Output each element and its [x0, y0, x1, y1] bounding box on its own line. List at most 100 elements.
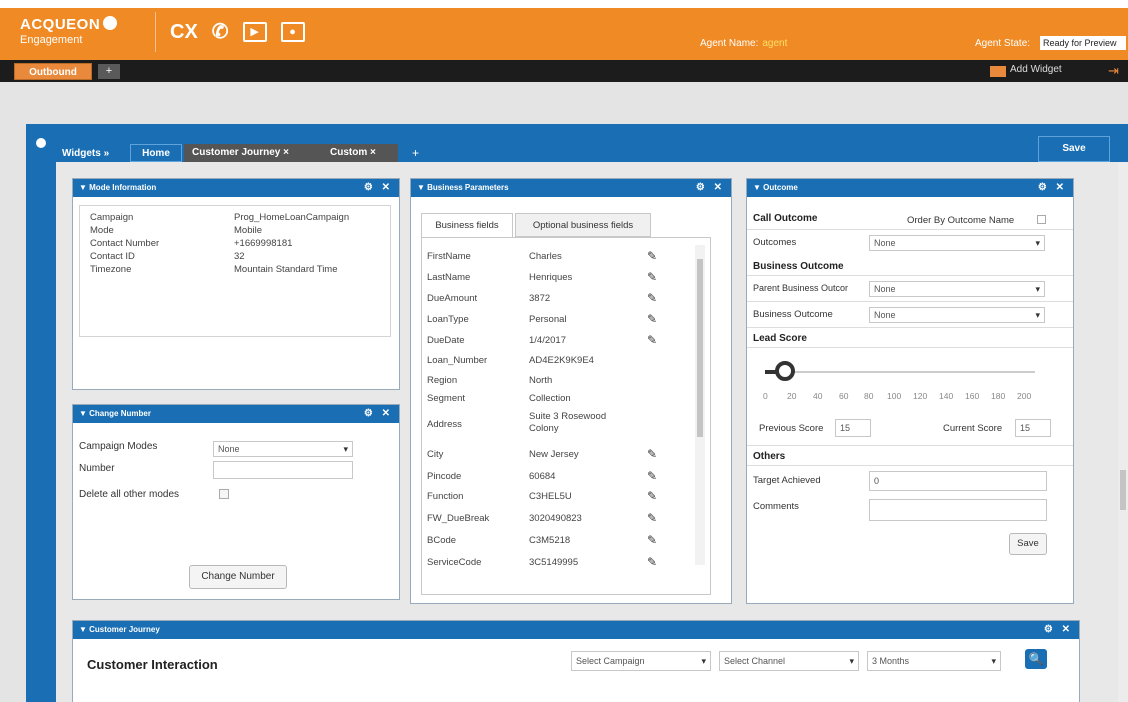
- preview-icon[interactable]: ▶: [242, 22, 267, 42]
- edit-icon[interactable]: ✎: [643, 555, 661, 571]
- edit-icon[interactable]: ✎: [643, 291, 661, 307]
- add-tab-button[interactable]: +: [98, 64, 120, 79]
- header-divider: [155, 12, 156, 52]
- field-value: AD4E2K9K9E4: [529, 355, 594, 366]
- outcomes-select[interactable]: None: [869, 235, 1045, 251]
- tab-custom[interactable]: Custom ×: [322, 144, 398, 162]
- delete-modes-checkbox[interactable]: [219, 489, 229, 499]
- mode-information-panel: ▼ Mode Information ⚙ ✕ Campaign Prog_Home…: [72, 178, 400, 390]
- agent-name-label: Agent Name:: [700, 38, 759, 49]
- header-toolbar: CX ✆ ▶ ●: [170, 18, 305, 46]
- edit-icon[interactable]: ✎: [643, 312, 661, 328]
- lead-score-slider-handle[interactable]: [775, 361, 795, 381]
- field-name: ServiceCode: [427, 557, 482, 568]
- panel-controls[interactable]: ⚙ ✕: [364, 405, 393, 423]
- edit-icon[interactable]: ✎: [643, 270, 661, 286]
- order-by-label: Order By Outcome Name: [907, 215, 1015, 226]
- field-name: LoanType: [427, 314, 469, 325]
- divider: [747, 465, 1073, 466]
- table-row: Campaign Prog_HomeLoanCampaign: [84, 212, 374, 224]
- panel-title: ▼ Customer Journey: [79, 625, 160, 634]
- phone-icon[interactable]: ✆: [212, 20, 229, 44]
- add-widget-icon[interactable]: [990, 66, 1006, 77]
- select-channel-dropdown[interactable]: Select Channel: [719, 651, 859, 671]
- table-row: Contact Number +1669998181: [84, 238, 374, 250]
- left-rail: [26, 128, 56, 702]
- tick-label: 180: [991, 391, 1006, 401]
- logo-gear-icon: [103, 16, 118, 30]
- select-campaign-dropdown[interactable]: Select Campaign: [571, 651, 711, 671]
- customer-journey-panel: ▼ Customer Journey ⚙ ✕ Customer Interact…: [72, 620, 1080, 702]
- tab-home[interactable]: Home: [130, 144, 182, 162]
- field-value: 3C5149995: [529, 557, 579, 568]
- current-score-input[interactable]: 15: [1015, 419, 1051, 437]
- tab-customer-journey[interactable]: Customer Journey ×: [184, 144, 322, 162]
- tab-bar: [0, 60, 1128, 82]
- outcome-save-button[interactable]: Save: [1009, 533, 1047, 555]
- page-scrollbar[interactable]: [1118, 162, 1128, 702]
- field-value: 60684: [529, 471, 556, 482]
- parent-business-outcome-select[interactable]: None: [869, 281, 1045, 297]
- add-widget-tab-button[interactable]: +: [412, 146, 419, 160]
- campaign-modes-select[interactable]: None: [213, 441, 353, 457]
- tick-label: 120: [913, 391, 928, 401]
- page-scrollbar-thumb[interactable]: [1120, 470, 1126, 510]
- logout-icon[interactable]: ⇥: [1108, 63, 1119, 79]
- divider: [747, 229, 1073, 230]
- panel-controls[interactable]: ⚙ ✕: [364, 179, 393, 197]
- edit-icon[interactable]: ✎: [643, 533, 661, 549]
- panel-title: ▼ Outcome: [753, 183, 798, 192]
- tab-outbound[interactable]: Outbound: [14, 63, 92, 80]
- agent-name: Agent Name: agent: [700, 38, 787, 49]
- business-outcome-label: Business Outcome: [753, 309, 833, 320]
- logo-text: ACQUEON: [20, 16, 101, 33]
- parent-business-outcome-label: Parent Business Outcor: [753, 283, 849, 293]
- divider: [747, 347, 1073, 348]
- field-value: Charles: [529, 251, 562, 262]
- period-dropdown[interactable]: 3 Months: [867, 651, 1001, 671]
- lead-score-heading: Lead Score: [753, 333, 807, 344]
- change-number-button[interactable]: Change Number: [189, 565, 287, 589]
- comments-input[interactable]: [869, 499, 1047, 521]
- order-by-checkbox[interactable]: [1037, 215, 1046, 224]
- panel-controls[interactable]: ⚙ ✕: [1044, 621, 1073, 639]
- previous-score-input[interactable]: 15: [835, 419, 871, 437]
- business-outcome-select[interactable]: None: [869, 307, 1045, 323]
- lead-score-slider-track[interactable]: [765, 371, 1035, 373]
- edit-icon[interactable]: ✎: [643, 469, 661, 485]
- save-layout-button[interactable]: Save: [1038, 136, 1110, 162]
- number-input[interactable]: [213, 461, 353, 479]
- field-value: Collection: [529, 393, 571, 404]
- panel-header: ▼ Change Number ⚙ ✕: [73, 405, 399, 423]
- mode-info-table: Campaign Prog_HomeLoanCampaign Mode Mobile…: [79, 205, 391, 337]
- panel-controls[interactable]: ⚙ ✕: [696, 179, 725, 197]
- panel-header: ▼ Outcome ⚙ ✕: [747, 179, 1073, 197]
- field-name: BCode: [427, 535, 457, 546]
- panel-controls[interactable]: ⚙ ✕: [1038, 179, 1067, 197]
- agent-state-select[interactable]: Ready for Preview: [1040, 36, 1126, 50]
- add-widget-button[interactable]: Add Widget: [1010, 64, 1062, 75]
- table-row: Timezone Mountain Standard Time: [84, 264, 374, 276]
- edit-icon[interactable]: ✎: [643, 333, 661, 349]
- edit-icon[interactable]: ✎: [643, 511, 661, 527]
- dialer-icon[interactable]: ●: [280, 22, 305, 42]
- divider: [747, 275, 1073, 276]
- search-icon[interactable]: 🔍: [1025, 649, 1047, 669]
- tab-business-fields[interactable]: Business fields: [421, 213, 513, 237]
- menu-dot-icon[interactable]: [36, 138, 46, 148]
- table-scrollbar-thumb[interactable]: [697, 259, 703, 437]
- edit-icon[interactable]: ✎: [643, 489, 661, 505]
- tab-optional-business-fields[interactable]: Optional business fields: [515, 213, 651, 237]
- campaign-modes-label: Campaign Modes: [79, 441, 158, 452]
- target-achieved-input[interactable]: 0: [869, 471, 1047, 491]
- field-name: Loan_Number: [427, 355, 488, 366]
- acqueon-logo: ACQUEON Engagement: [20, 16, 140, 52]
- row-value: Prog_HomeLoanCampaign: [234, 212, 350, 223]
- field-name: LastName: [427, 272, 471, 283]
- table-row: Mode Mobile: [84, 225, 374, 237]
- tick-label: 100: [887, 391, 902, 401]
- field-value: Suite 3 Rosewood Colony: [529, 411, 607, 434]
- cx-icon[interactable]: CX: [170, 20, 198, 44]
- edit-icon[interactable]: ✎: [643, 447, 661, 463]
- edit-icon[interactable]: ✎: [643, 249, 661, 265]
